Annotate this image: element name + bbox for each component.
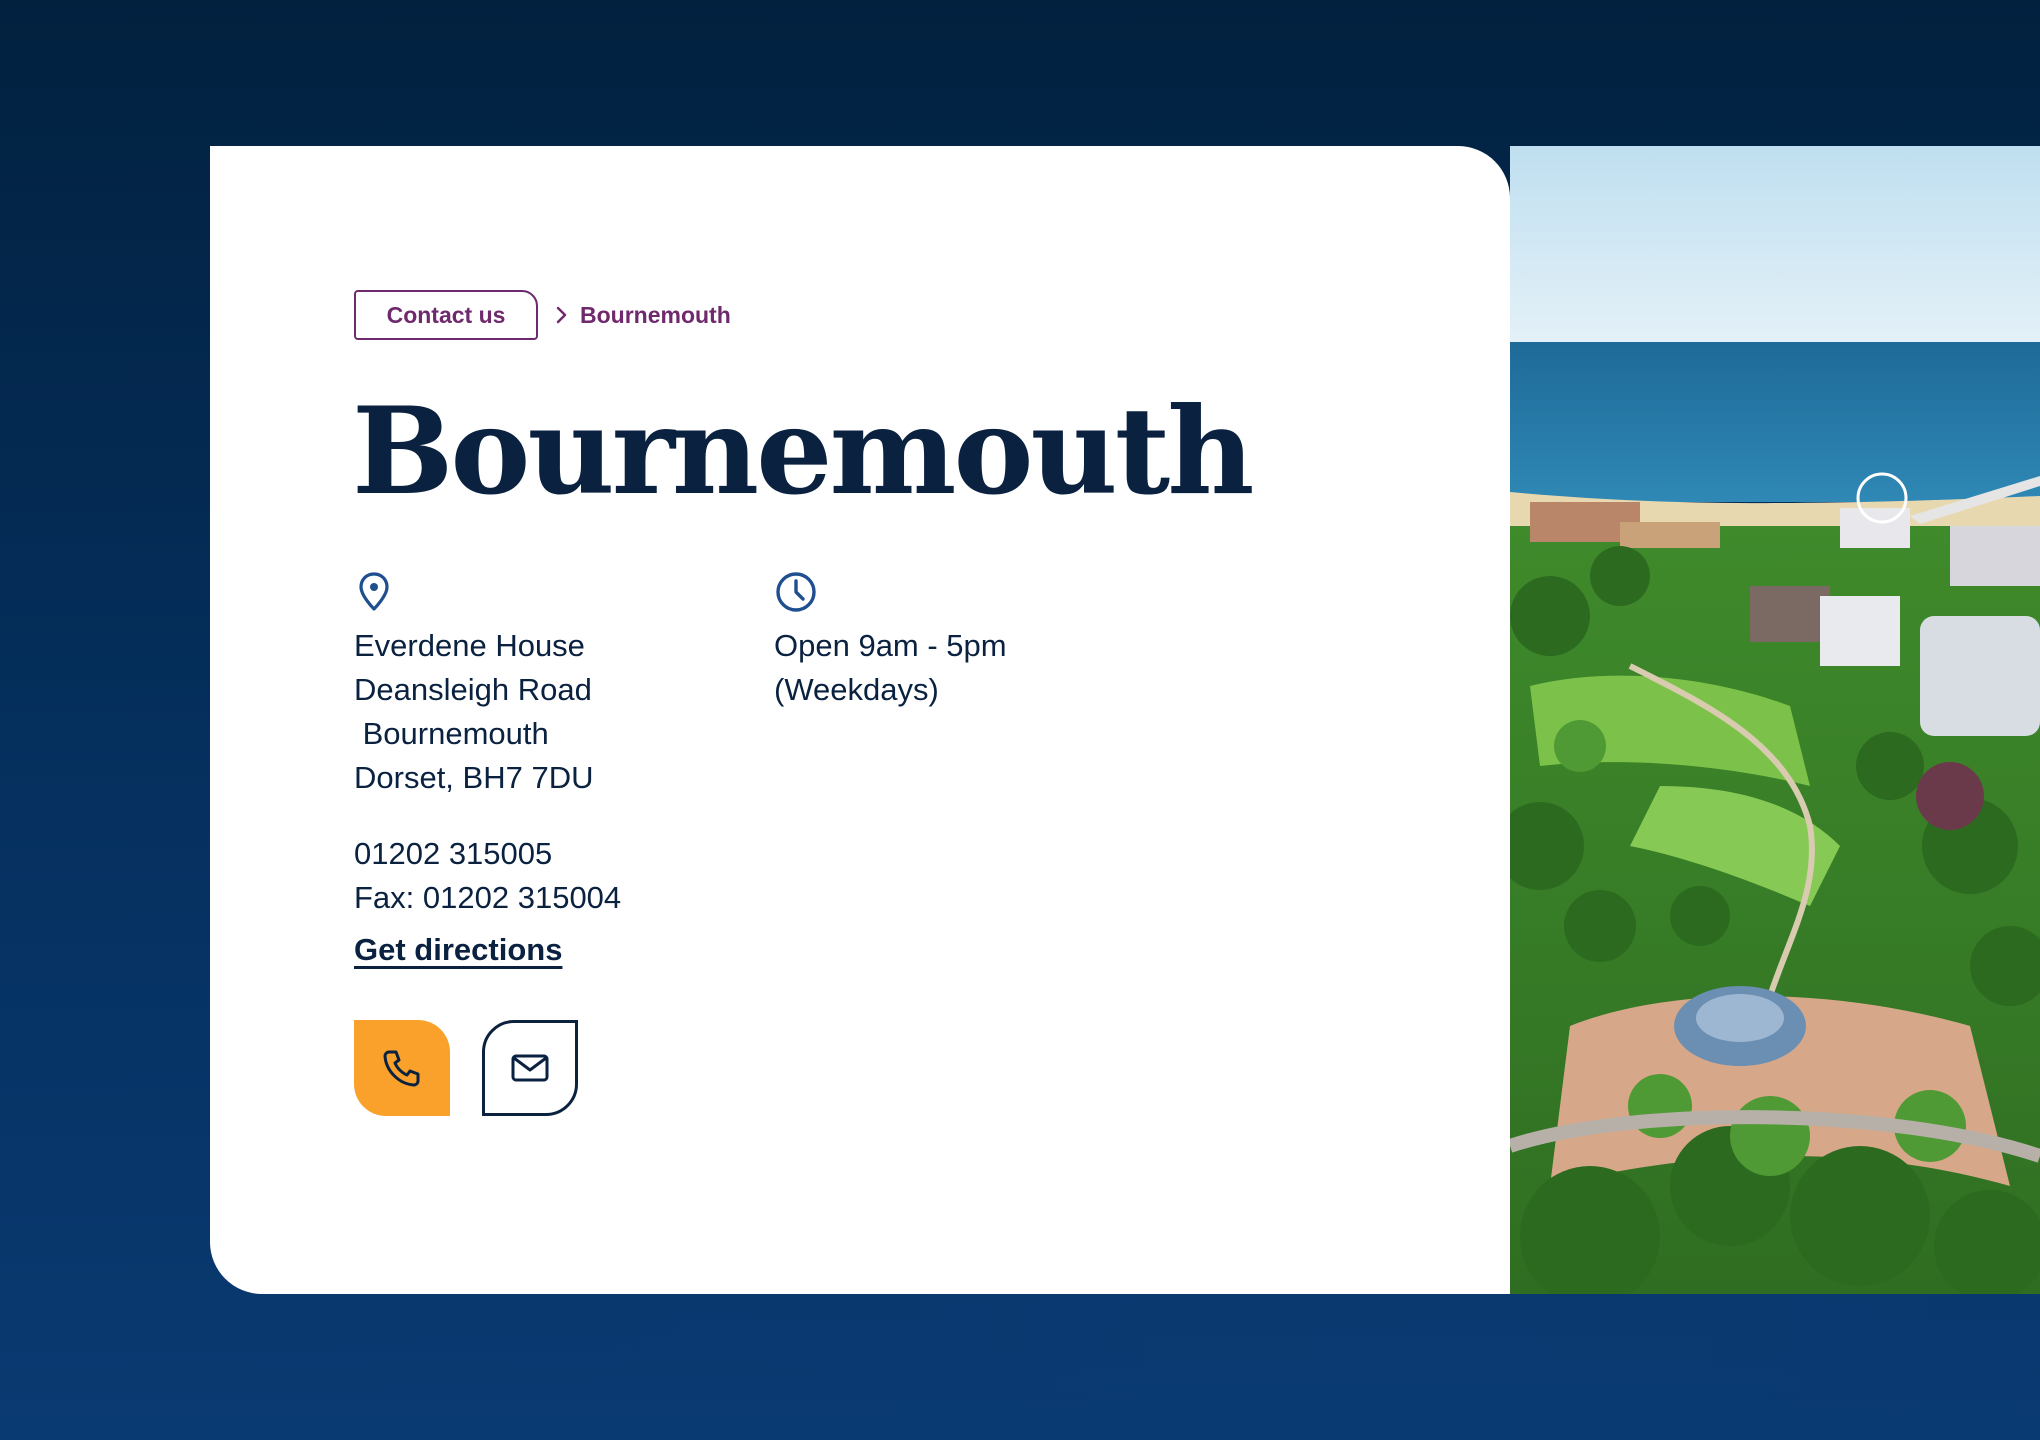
chevron-right-icon <box>552 306 570 324</box>
address-line: Bournemouth <box>354 716 549 751</box>
fax-number: Fax: 01202 315004 <box>354 880 622 915</box>
address-section: Everdene House Deansleigh Road Bournemou… <box>354 570 593 800</box>
bournemouth-aerial-photo <box>1510 146 2040 1294</box>
opening-hours-section: Open 9am - 5pm (Weekdays) <box>774 570 1007 712</box>
envelope-icon <box>511 1054 549 1082</box>
call-button[interactable] <box>354 1020 450 1116</box>
phone-number: 01202 315005 <box>354 836 553 871</box>
contact-actions <box>354 1020 578 1116</box>
map-pin-icon <box>354 570 398 614</box>
breadcrumb: Contact us Bournemouth <box>354 290 731 340</box>
hours-line: Open 9am - 5pm <box>774 628 1007 663</box>
breadcrumb-contact-us-link[interactable]: Contact us <box>354 290 538 340</box>
contact-details: 01202 315005 Fax: 01202 315004 Get direc… <box>354 832 621 972</box>
clock-icon <box>774 570 818 614</box>
email-button[interactable] <box>482 1020 578 1116</box>
phone-icon <box>383 1050 420 1087</box>
breadcrumb-current: Bournemouth <box>580 301 731 328</box>
address-line: Deansleigh Road <box>354 672 592 707</box>
get-directions-link[interactable]: Get directions <box>354 928 562 972</box>
location-card: Contact us Bournemouth Bournemouth Everd… <box>210 146 1510 1294</box>
page-title: Bournemouth <box>352 381 1254 522</box>
address-line: Everdene House <box>354 628 585 663</box>
address-line: Dorset, BH7 7DU <box>354 760 594 795</box>
hours-line: (Weekdays) <box>774 672 939 707</box>
